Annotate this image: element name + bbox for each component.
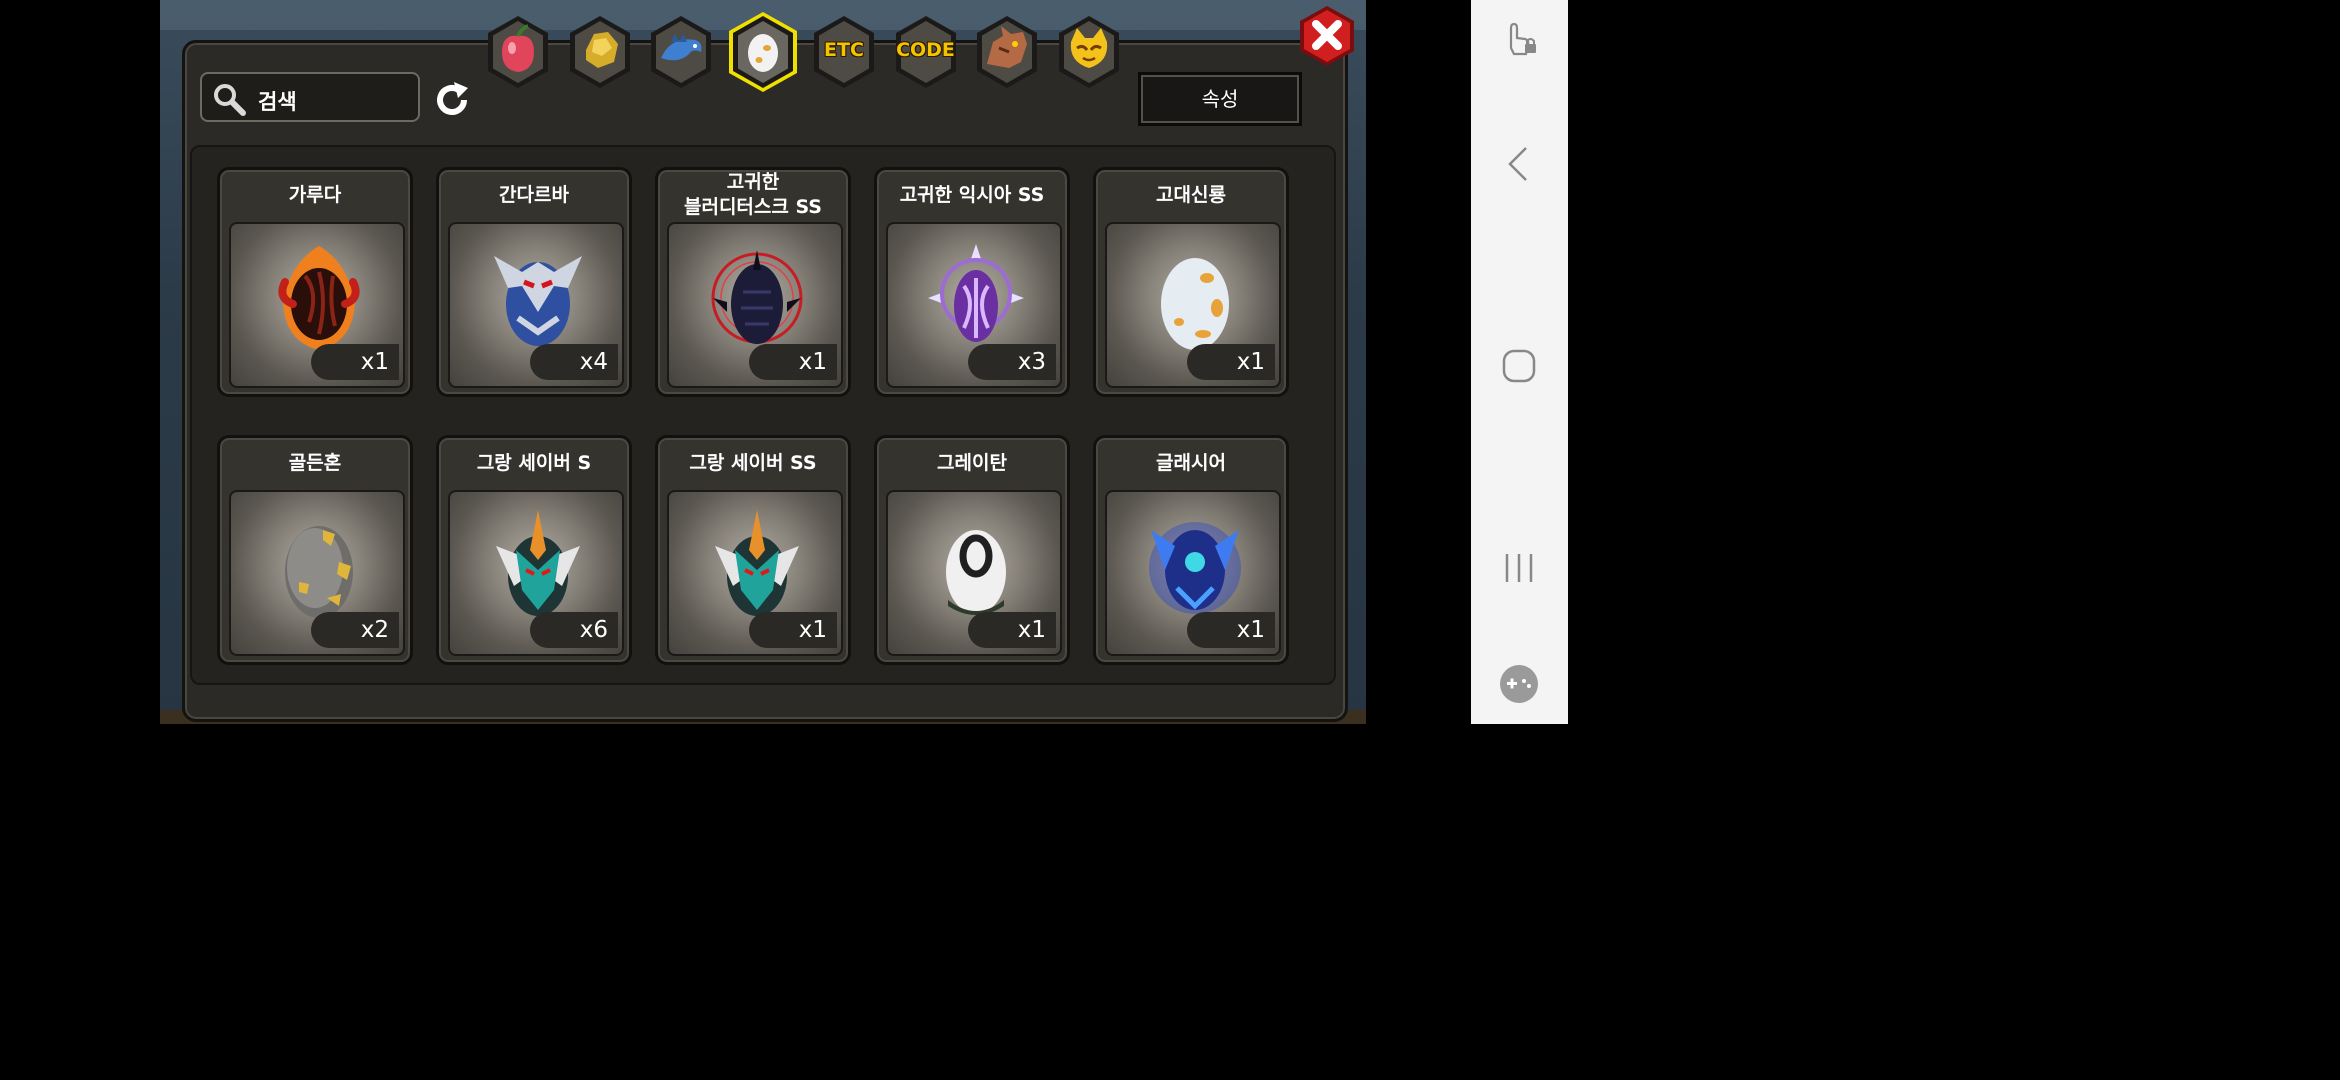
item-name: 그랑 세이버 SS xyxy=(658,438,848,488)
item-name: 고귀한 익시아 SS xyxy=(877,170,1067,220)
fire-egg-icon xyxy=(278,246,360,350)
tab-dragon-head[interactable] xyxy=(971,12,1043,92)
item-card[interactable]: 골든혼 x2 xyxy=(217,435,413,665)
recents-icon[interactable] xyxy=(1499,548,1539,588)
item-name: 간다르바 xyxy=(439,170,629,220)
fruit-icon xyxy=(488,16,548,88)
item-name-text: 그랑 세이버 SS xyxy=(689,451,817,474)
item-name-text: 간다르바 xyxy=(499,183,569,206)
back-icon[interactable] xyxy=(1499,144,1539,184)
zero-egg-icon xyxy=(946,530,1006,615)
touch-lock-icon[interactable] xyxy=(1499,18,1539,58)
refresh-icon[interactable] xyxy=(432,80,472,120)
green-armor-egg-icon xyxy=(496,510,580,616)
item-image-frame: x2 xyxy=(229,490,405,656)
tab-code[interactable]: CODE xyxy=(890,12,962,92)
item-quantity: x4 xyxy=(530,344,618,380)
gamepad-icon[interactable] xyxy=(1499,664,1539,704)
item-quantity: x6 xyxy=(530,612,618,648)
item-card[interactable]: 그랑 세이버 SS x1 xyxy=(655,435,851,665)
item-card[interactable]: 고귀한 익시아 SS x3 xyxy=(874,167,1070,397)
item-card[interactable]: 고귀한 블러디터스크 SS x1 xyxy=(655,167,851,397)
item-quantity: x1 xyxy=(1187,612,1275,648)
dragon-head-icon xyxy=(977,16,1037,88)
search-label: 검색 xyxy=(258,90,297,114)
item-card[interactable]: 그랑 세이버 S x6 xyxy=(436,435,632,665)
close-icon[interactable] xyxy=(1296,4,1358,68)
item-image-frame: x3 xyxy=(886,222,1062,388)
item-name: 고대신룡 xyxy=(1096,170,1286,220)
item-card[interactable]: 간다르바 x4 xyxy=(436,167,632,397)
item-quantity: x1 xyxy=(1187,344,1275,380)
item-card[interactable]: 그레이탄 x1 xyxy=(874,435,1070,665)
item-quantity: x1 xyxy=(749,344,837,380)
tab-ore[interactable] xyxy=(564,12,636,92)
item-card[interactable]: 가루다 x1 xyxy=(217,167,413,397)
egg-icon xyxy=(728,12,797,92)
item-image-frame: x1 xyxy=(667,490,843,656)
item-card[interactable]: 글래시어 x1 xyxy=(1093,435,1289,665)
tab-label: CODE xyxy=(896,39,955,61)
item-name-text: 가루다 xyxy=(288,183,342,206)
ore-icon xyxy=(569,16,630,88)
search-field[interactable]: 검색 xyxy=(200,72,420,122)
item-name: 그레이탄 xyxy=(877,438,1067,488)
item-image-frame: x1 xyxy=(886,490,1062,656)
item-name: 글래시어 xyxy=(1096,438,1286,488)
android-nav-bar xyxy=(1471,0,1568,724)
item-name-text: 그레이탄 xyxy=(937,451,1007,474)
green-armor-egg-icon xyxy=(715,510,799,616)
game-screen: 검색 ETC CODE 속성 가루다 x1 간다르바 x4 고귀한 블러디터스크 SS x1… xyxy=(160,0,1366,724)
item-quantity: x2 xyxy=(311,612,399,648)
tab-dragon-fish[interactable] xyxy=(645,12,717,92)
home-icon[interactable] xyxy=(1499,346,1539,386)
item-name: 고귀한 블러디터스크 SS xyxy=(658,170,848,220)
item-quantity: x1 xyxy=(968,612,1056,648)
tab-etc[interactable]: ETC xyxy=(808,12,880,92)
item-name-text: 그랑 세이버 S xyxy=(476,451,592,474)
tab-egg[interactable] xyxy=(727,12,799,92)
tab-label: ETC xyxy=(824,39,864,61)
item-image-frame: x1 xyxy=(1105,222,1281,388)
item-quantity: x3 xyxy=(968,344,1056,380)
tab-cat-mask[interactable] xyxy=(1053,12,1125,92)
spotted-egg-icon xyxy=(1161,258,1229,350)
blue-crystal-egg-icon xyxy=(1149,522,1241,614)
item-image-frame: x4 xyxy=(448,222,624,388)
purple-egg-icon xyxy=(928,244,1024,342)
gold-spot-egg-icon xyxy=(285,526,353,618)
item-quantity: x1 xyxy=(311,344,399,380)
item-image-frame: x1 xyxy=(667,222,843,388)
blue-armor-egg-icon xyxy=(494,256,582,346)
item-grid: 가루다 x1 간다르바 x4 고귀한 블러디터스크 SS x1 고귀한 익시아 SS x3 고대… xyxy=(190,145,1336,685)
item-name: 가루다 xyxy=(220,170,410,220)
search-icon xyxy=(214,84,246,116)
item-name-text: 고귀한 블러디터스크 SS xyxy=(683,171,822,218)
item-quantity: x1 xyxy=(749,612,837,648)
item-image-frame: x1 xyxy=(1105,490,1281,656)
item-name: 그랑 세이버 S xyxy=(439,438,629,488)
attribute-button[interactable]: 속성 xyxy=(1138,72,1302,126)
tab-fruit[interactable] xyxy=(482,12,554,92)
item-name-text: 글래시어 xyxy=(1156,451,1226,474)
item-name-text: 고귀한 익시아 SS xyxy=(899,183,1045,206)
item-image-frame: x6 xyxy=(448,490,624,656)
item-image-frame: x1 xyxy=(229,222,405,388)
item-name-text: 골든혼 xyxy=(288,451,342,474)
item-name: 골든혼 xyxy=(220,438,410,488)
dragon-fish-icon xyxy=(651,16,711,88)
item-card[interactable]: 고대신룡 x1 xyxy=(1093,167,1289,397)
item-name-text: 고대신룡 xyxy=(1156,183,1226,206)
cat-mask-icon xyxy=(1058,16,1119,88)
dark-spike-egg-icon xyxy=(711,250,803,344)
